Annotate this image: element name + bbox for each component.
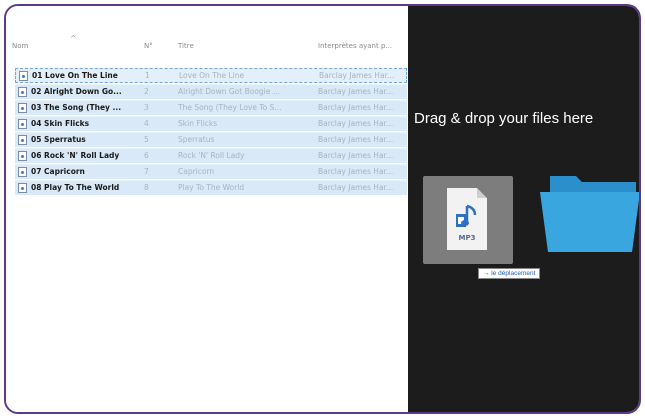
file-row[interactable]: 01 Love On The Line 1 Love On The Line B… <box>15 68 407 83</box>
track-title: Love On The Line <box>179 71 245 80</box>
column-header-artists[interactable]: Interprètes ayant p... <box>318 42 392 50</box>
file-explorer-pane: ^ Nom N° Titre Interprètes ayant p... 01… <box>6 6 408 412</box>
track-artist: Barclay James Har... <box>318 135 394 144</box>
track-artist: Barclay James Har... <box>318 183 394 192</box>
audio-file-icon <box>18 119 27 129</box>
track-title: Capricorn <box>178 167 215 176</box>
column-header-title[interactable]: Titre <box>178 42 194 50</box>
file-row[interactable]: 03 The Song (They ... 3 The Song (They L… <box>15 100 407 115</box>
music-note-icon <box>456 204 477 227</box>
track-number: 5 <box>144 135 149 144</box>
file-name: 05 Sperratus <box>31 135 86 144</box>
file-row[interactable]: 05 Sperratus 5 Sperratus Barclay James H… <box>15 132 407 147</box>
file-name: 04 Skin Flicks <box>31 119 90 128</box>
audio-file-icon <box>18 87 27 97</box>
app-window: ^ Nom N° Titre Interprètes ayant p... 01… <box>4 4 641 414</box>
drop-instruction: Drag & drop your files here <box>414 110 594 127</box>
audio-file-icon <box>18 151 27 161</box>
track-title: Sperratus <box>178 135 215 144</box>
file-name: 06 Rock 'N' Roll Lady <box>31 151 120 160</box>
track-title: Play To The World <box>178 183 245 192</box>
dragged-file-preview[interactable]: MP3 <box>423 176 513 264</box>
track-title: Skin Flicks <box>178 119 218 128</box>
track-artist: Barclay James Har... <box>318 167 394 176</box>
drop-zone[interactable]: Drag & drop your files here MP3 → le dép… <box>408 6 639 412</box>
sort-ascending-icon[interactable]: ^ <box>70 34 77 43</box>
drag-tooltip: → le déplacement <box>478 268 541 279</box>
track-number: 7 <box>144 167 149 176</box>
file-row[interactable]: 06 Rock 'N' Roll Lady 6 Rock 'N' Roll La… <box>15 148 407 163</box>
track-number: 1 <box>145 71 150 80</box>
file-row[interactable]: 04 Skin Flicks 4 Skin Flicks Barclay Jam… <box>15 116 407 131</box>
audio-file-icon <box>18 103 27 113</box>
audio-file-icon <box>18 183 27 193</box>
file-name: 07 Capricorn <box>31 167 85 176</box>
mp3-label: MP3 <box>458 234 476 242</box>
file-row[interactable]: 07 Capricorn 7 Capricorn Barclay James H… <box>15 164 407 179</box>
track-number: 2 <box>144 87 149 96</box>
audio-file-icon <box>18 135 27 145</box>
audio-file-icon <box>19 71 28 81</box>
track-artist: Barclay James Har... <box>318 151 394 160</box>
track-title: The Song (They Love To S... <box>178 103 282 112</box>
file-row[interactable]: 08 Play To The World 8 Play To The World… <box>15 180 407 195</box>
mp3-file-icon: MP3 <box>447 188 487 250</box>
track-title: Rock 'N' Roll Lady <box>178 151 245 160</box>
folder-icon <box>540 176 639 252</box>
file-name: 03 The Song (They ... <box>31 103 122 112</box>
track-artist: Barclay James Har... <box>318 119 394 128</box>
file-row[interactable]: 02 Alright Down Go... 2 Alright Down Got… <box>15 84 407 99</box>
file-name: 08 Play To The World <box>31 183 120 192</box>
track-number: 6 <box>144 151 149 160</box>
track-artist: Barclay James Har... <box>318 103 394 112</box>
track-artist: Barclay James Har... <box>319 71 395 80</box>
audio-file-icon <box>18 167 27 177</box>
column-header-name[interactable]: Nom <box>12 42 28 50</box>
track-artist: Barclay James Har... <box>318 87 394 96</box>
column-header-number[interactable]: N° <box>144 42 153 50</box>
track-number: 4 <box>144 119 149 128</box>
track-title: Alright Down Got Boogie ... <box>178 87 280 96</box>
track-number: 3 <box>144 103 149 112</box>
track-number: 8 <box>144 183 149 192</box>
file-name: 02 Alright Down Go... <box>31 87 122 96</box>
file-name: 01 Love On The Line <box>32 71 118 80</box>
